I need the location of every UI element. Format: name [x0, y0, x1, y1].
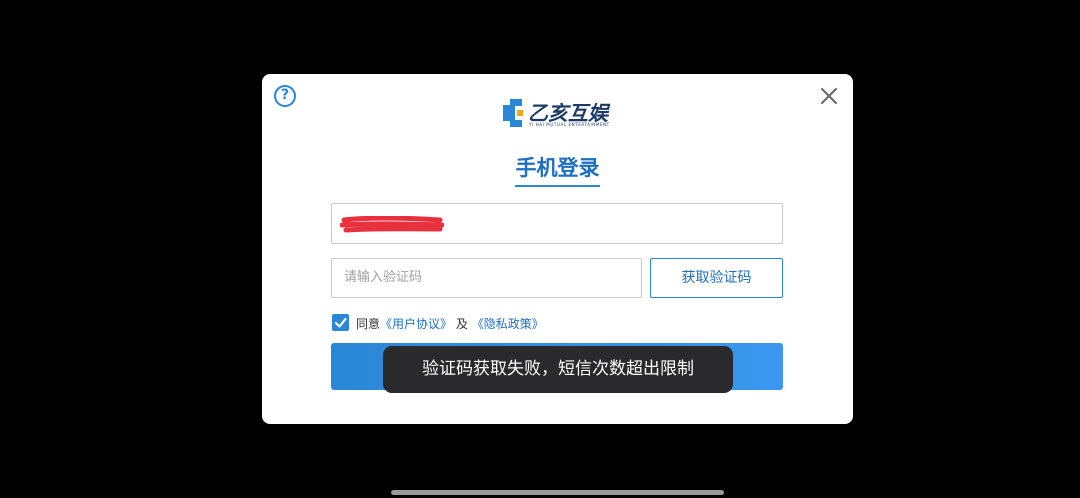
redaction-mark: [340, 216, 444, 233]
close-icon[interactable]: [819, 86, 839, 106]
checkmark-icon: [334, 317, 347, 328]
home-indicator[interactable]: [391, 490, 724, 495]
logo-subtitle: YI HAI MUTUAL ENTERTAINMENT: [529, 122, 610, 127]
verification-code-input[interactable]: 请输入验证码: [331, 258, 642, 298]
privacy-policy-link[interactable]: 《隐私政策》: [472, 317, 544, 331]
phone-input[interactable]: [331, 203, 783, 244]
title-underline: [515, 185, 600, 187]
get-code-button[interactable]: 获取验证码: [650, 258, 783, 298]
brand-logo: 乙亥互娱 YI HAI MUTUAL ENTERTAINMENT: [498, 98, 620, 130]
agree-prefix: 同意: [356, 317, 381, 331]
agree-and: 及: [455, 317, 468, 331]
user-agreement-link[interactable]: 《用户协议》: [380, 317, 452, 331]
logo-mark-icon: [503, 99, 523, 127]
agreement-text: 同意《用户协议》 及 《隐私政策》: [356, 315, 544, 332]
page-title: 手机登录: [515, 156, 600, 180]
question-circle-icon[interactable]: ?: [274, 85, 296, 107]
error-toast: 验证码获取失败，短信次数超出限制: [383, 346, 733, 393]
agree-checkbox[interactable]: [332, 314, 349, 331]
